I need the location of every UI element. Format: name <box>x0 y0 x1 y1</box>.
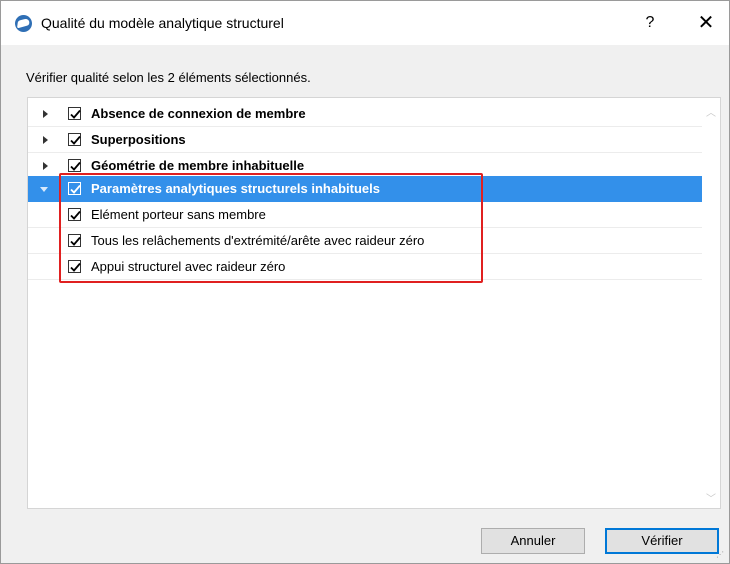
tree-item-label: Superpositions <box>91 132 186 147</box>
resize-grip-icon[interactable]: ⋰ <box>716 550 726 560</box>
close-button[interactable]: ✕ <box>691 9 721 37</box>
scroll-up-arrow-icon[interactable]: ︿ <box>703 104 719 119</box>
collapse-arrow-icon[interactable] <box>40 187 48 192</box>
tree-item-label: Paramètres analytiques structurels inhab… <box>91 181 380 196</box>
tree-item-label: Géométrie de membre inhabituelle <box>91 158 305 173</box>
help-button[interactable]: ? <box>635 9 665 37</box>
checkbox-zero-stiffness-releases[interactable] <box>68 234 81 247</box>
tree-item-bearing-no-member[interactable]: Elément porteur sans membre <box>28 202 702 228</box>
checkbox-unusual-parameters[interactable] <box>68 182 81 195</box>
checkbox-zero-stiffness-support[interactable] <box>68 260 81 273</box>
scroll-down-arrow-icon[interactable]: ﹀ <box>703 490 719 505</box>
expand-arrow-icon[interactable] <box>43 136 48 144</box>
checkbox-unusual-geometry[interactable] <box>68 159 81 172</box>
archicad-app-icon <box>15 15 32 32</box>
tree-item-label: Elément porteur sans membre <box>91 207 266 222</box>
tree-item-label: Absence de connexion de membre <box>91 106 306 121</box>
title-bar[interactable]: Qualité du modèle analytique structurel … <box>1 1 729 45</box>
tree-item-label: Appui structurel avec raideur zéro <box>91 259 286 274</box>
tree-item-zero-stiffness-releases[interactable]: Tous les relâchements d'extrémité/arête … <box>28 228 702 254</box>
checkbox-member-connection[interactable] <box>68 107 81 120</box>
tree-item-unusual-parameters[interactable]: Paramètres analytiques structurels inhab… <box>28 176 702 202</box>
tree-item-label: Tous les relâchements d'extrémité/arête … <box>91 233 425 248</box>
checkbox-overlaps[interactable] <box>68 133 81 146</box>
dialog-window: Qualité du modèle analytique structurel … <box>0 0 730 564</box>
expand-arrow-icon[interactable] <box>43 110 48 118</box>
expand-arrow-icon[interactable] <box>43 162 48 170</box>
tree-item-member-connection[interactable]: Absence de connexion de membre <box>28 101 702 127</box>
verify-button[interactable]: Vérifier <box>605 528 719 554</box>
selection-info-text: Vérifier qualité selon les 2 éléments sé… <box>26 70 311 85</box>
tree-item-zero-stiffness-support[interactable]: Appui structurel avec raideur zéro <box>28 254 702 280</box>
tree-item-overlaps[interactable]: Superpositions <box>28 127 702 153</box>
quality-check-tree[interactable]: Absence de connexion de membre Superposi… <box>27 97 721 509</box>
cancel-button[interactable]: Annuler <box>481 528 585 554</box>
window-title: Qualité du modèle analytique structurel <box>41 15 284 31</box>
checkbox-bearing-no-member[interactable] <box>68 208 81 221</box>
